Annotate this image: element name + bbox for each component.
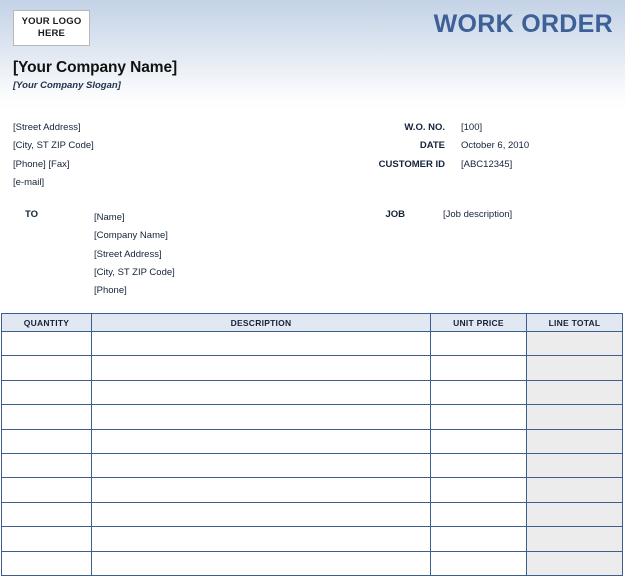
sender-address-line[interactable]: [City, ST ZIP Code]: [13, 137, 94, 155]
table-row: [1, 404, 623, 430]
logo-placeholder[interactable]: YOUR LOGO HERE: [13, 10, 90, 46]
cell-unit-price[interactable]: [430, 379, 527, 406]
line-items-body: [1, 330, 623, 576]
job-label: JOB: [385, 209, 405, 220]
meta-value-customer-id[interactable]: [ABC12345]: [445, 156, 512, 174]
sender-address-line[interactable]: [Street Address]: [13, 119, 94, 137]
meta-label-date: DATE: [419, 140, 445, 152]
work-order-document: YOUR LOGO HERE WORK ORDER [Your Company …: [0, 0, 625, 576]
cell-description[interactable]: [91, 477, 431, 503]
recipient-line-city[interactable]: [City, ST ZIP Code]: [94, 264, 175, 282]
cell-description[interactable]: [91, 526, 431, 552]
cell-quantity[interactable]: [1, 477, 92, 503]
cell-quantity[interactable]: [1, 550, 92, 576]
meta-row-wo-no: W.O. NO. [100]: [352, 119, 614, 137]
column-header-unit-price: UNIT PRICE: [430, 313, 527, 332]
cell-quantity[interactable]: [1, 330, 92, 357]
cell-unit-price[interactable]: [430, 477, 527, 503]
cell-line-total: [526, 355, 623, 381]
column-header-line-total: LINE TOTAL: [526, 313, 623, 332]
cell-line-total: [526, 477, 623, 503]
company-slogan[interactable]: [Your Company Slogan]: [13, 80, 121, 91]
table-row: [1, 452, 623, 479]
line-items-table: QUANTITY DESCRIPTION UNIT PRICE LINE TOT…: [1, 313, 623, 576]
cell-quantity[interactable]: [1, 379, 92, 406]
cell-quantity[interactable]: [1, 452, 92, 479]
cell-quantity[interactable]: [1, 428, 92, 454]
cell-unit-price[interactable]: [430, 428, 527, 454]
job-description-value[interactable]: [Job description]: [443, 209, 512, 220]
meta-row-customer-id: CUSTOMER ID [ABC12345]: [352, 156, 614, 174]
cell-line-total: [526, 501, 623, 528]
table-row: [1, 379, 623, 406]
recipient-address-block: [Name] [Company Name] [Street Address] […: [94, 209, 175, 300]
cell-quantity[interactable]: [1, 404, 92, 430]
company-name[interactable]: [Your Company Name]: [13, 59, 177, 77]
cell-line-total: [526, 379, 623, 406]
column-header-description: DESCRIPTION: [91, 313, 431, 332]
logo-placeholder-line-1: YOUR LOGO: [21, 16, 82, 28]
document-title: WORK ORDER: [433, 10, 613, 38]
recipient-line-name[interactable]: [Name]: [94, 209, 175, 227]
cell-quantity[interactable]: [1, 501, 92, 528]
sender-address-block: [Street Address] [City, ST ZIP Code] [Ph…: [13, 119, 94, 192]
table-row: [1, 355, 623, 381]
table-row: [1, 330, 623, 357]
column-header-quantity: QUANTITY: [1, 313, 92, 332]
table-row: [1, 550, 623, 576]
recipient-line-street[interactable]: [Street Address]: [94, 246, 175, 264]
table-row: [1, 526, 623, 552]
logo-placeholder-line-2: HERE: [37, 28, 66, 39]
cell-quantity[interactable]: [1, 526, 92, 552]
recipient-line-company[interactable]: [Company Name]: [94, 227, 175, 245]
recipient-line-phone[interactable]: [Phone]: [94, 282, 175, 300]
cell-description[interactable]: [91, 428, 431, 454]
meta-label-customer-id: CUSTOMER ID: [378, 158, 445, 170]
cell-line-total: [526, 550, 623, 576]
cell-unit-price[interactable]: [430, 404, 527, 430]
cell-unit-price[interactable]: [430, 501, 527, 528]
cell-description[interactable]: [91, 550, 431, 576]
cell-description[interactable]: [91, 404, 431, 430]
table-header-row: QUANTITY DESCRIPTION UNIT PRICE LINE TOT…: [1, 313, 623, 332]
cell-unit-price[interactable]: [430, 452, 527, 479]
meta-row-date: DATE October 6, 2010: [352, 137, 614, 155]
meta-label-wo-no: W.O. NO.: [404, 122, 445, 133]
table-row: [1, 501, 623, 528]
sender-address-line[interactable]: [Phone] [Fax]: [13, 156, 94, 174]
cell-description[interactable]: [91, 379, 431, 406]
cell-unit-price[interactable]: [430, 330, 527, 357]
cell-description[interactable]: [91, 330, 431, 357]
table-row: [1, 428, 623, 454]
cell-unit-price[interactable]: [430, 355, 527, 381]
work-order-meta-block: W.O. NO. [100] DATE October 6, 2010 CUST…: [352, 119, 614, 174]
meta-value-wo-no[interactable]: [100]: [445, 119, 482, 137]
cell-description[interactable]: [91, 355, 431, 381]
cell-line-total: [526, 452, 623, 479]
cell-line-total: [526, 526, 623, 552]
sender-address-line[interactable]: [e-mail]: [13, 174, 94, 192]
cell-line-total: [526, 330, 623, 357]
table-row: [1, 477, 623, 503]
cell-unit-price[interactable]: [430, 526, 527, 552]
cell-description[interactable]: [91, 452, 431, 479]
cell-description[interactable]: [91, 501, 431, 528]
cell-line-total: [526, 428, 623, 454]
meta-value-date[interactable]: October 6, 2010: [445, 137, 529, 155]
cell-unit-price[interactable]: [430, 550, 527, 576]
cell-quantity[interactable]: [1, 355, 92, 381]
cell-line-total: [526, 404, 623, 430]
recipient-label: TO: [25, 209, 39, 220]
